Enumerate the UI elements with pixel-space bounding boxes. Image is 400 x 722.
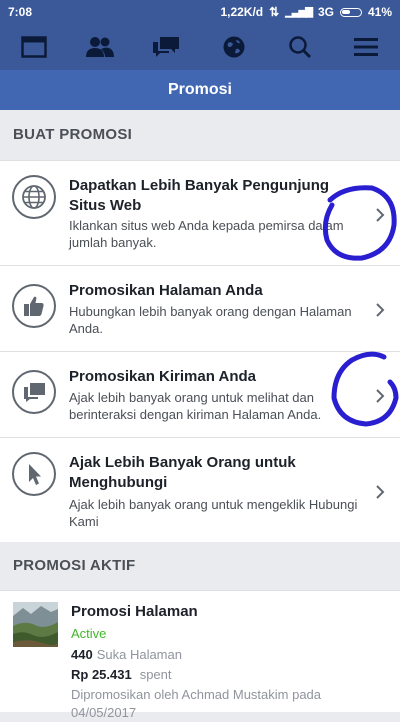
network-type: 3G <box>317 5 334 19</box>
chevron-right-icon <box>376 485 385 499</box>
option-title: Dapatkan Lebih Banyak Pengunjung Situs W… <box>69 177 330 214</box>
option-description: Ajak lebih banyak orang untuk melihat da… <box>69 390 322 422</box>
option-promote-post[interactable]: Promosikan Kiriman Anda Ajak lebih banya… <box>0 352 400 438</box>
chevron-right-icon <box>376 208 385 222</box>
option-title: Promosikan Halaman Anda <box>69 282 263 299</box>
promotion-date: 04/05/2017 <box>71 705 137 720</box>
page-title: Promosi <box>0 70 400 110</box>
likes-label: Suka Halaman <box>96 647 182 662</box>
option-website-visitors[interactable]: Dapatkan Lebih Banyak Pengunjung Situs W… <box>0 161 400 266</box>
search-icon[interactable] <box>286 34 314 60</box>
option-description: Hubungkan lebih banyak orang dengan Hala… <box>69 304 352 336</box>
notifications-globe-icon[interactable] <box>220 34 248 60</box>
battery-level: 41% <box>367 5 392 19</box>
friends-icon[interactable] <box>86 34 114 60</box>
battery-icon <box>339 7 362 17</box>
spent-label: spent <box>139 667 172 682</box>
promoted-by: Dipromosikan oleh Achmad Mustakim pada 0… <box>71 686 371 722</box>
promotion-options-list: Dapatkan Lebih Banyak Pengunjung Situs W… <box>0 160 400 543</box>
data-transfer-icon: ⇅ <box>269 5 280 19</box>
likes-count: 440 <box>71 647 93 662</box>
option-title: Ajak Lebih Banyak Orang untuk Menghubung… <box>69 454 296 491</box>
news-feed-icon[interactable] <box>20 34 48 60</box>
promotion-spent: Rp 25.431 spent <box>71 667 172 682</box>
status-bar: 7:08 1,22K/d ⇅ ▁▃▅▇ 3G 41% <box>0 0 400 24</box>
promotion-thumbnail <box>13 602 58 647</box>
promotion-status: Active <box>71 626 107 641</box>
cursor-icon <box>12 452 56 496</box>
clock: 7:08 <box>8 5 33 19</box>
messages-icon[interactable] <box>152 34 180 60</box>
active-promotion-card[interactable]: Promosi Halaman Active 440 Suka Halaman R… <box>0 590 400 720</box>
chevron-right-icon <box>376 303 385 317</box>
thumbs-up-icon <box>12 284 56 328</box>
option-title: Promosikan Kiriman Anda <box>69 368 256 385</box>
spent-amount: Rp 25.431 <box>71 667 132 682</box>
top-nav-bar <box>0 24 400 70</box>
option-description: Iklankan situs web Anda kepada pemirsa d… <box>69 218 344 250</box>
section-header-create-promotion: BUAT PROMOSI <box>0 111 400 159</box>
globe-icon <box>12 175 56 219</box>
network-speed: 1,22K/d <box>220 5 264 19</box>
promoted-by-text: Dipromosikan oleh Achmad Mustakim pada <box>71 687 322 702</box>
menu-icon[interactable] <box>352 34 380 60</box>
chevron-right-icon <box>376 389 385 403</box>
option-description: Ajak lebih banyak orang untuk mengeklik … <box>69 497 358 529</box>
option-get-contacts[interactable]: Ajak Lebih Banyak Orang untuk Menghubung… <box>0 438 400 543</box>
signal-icon: ▁▃▅▇ <box>285 6 313 18</box>
section-header-active-promotions: PROMOSI AKTIF <box>0 542 400 590</box>
promotion-likes: 440 Suka Halaman <box>71 647 182 662</box>
post-icon <box>12 370 56 414</box>
promotion-title: Promosi Halaman <box>71 603 198 620</box>
option-promote-page[interactable]: Promosikan Halaman Anda Hubungkan lebih … <box>0 266 400 352</box>
status-indicators: 1,22K/d ⇅ ▁▃▅▇ 3G 41% <box>220 5 392 19</box>
